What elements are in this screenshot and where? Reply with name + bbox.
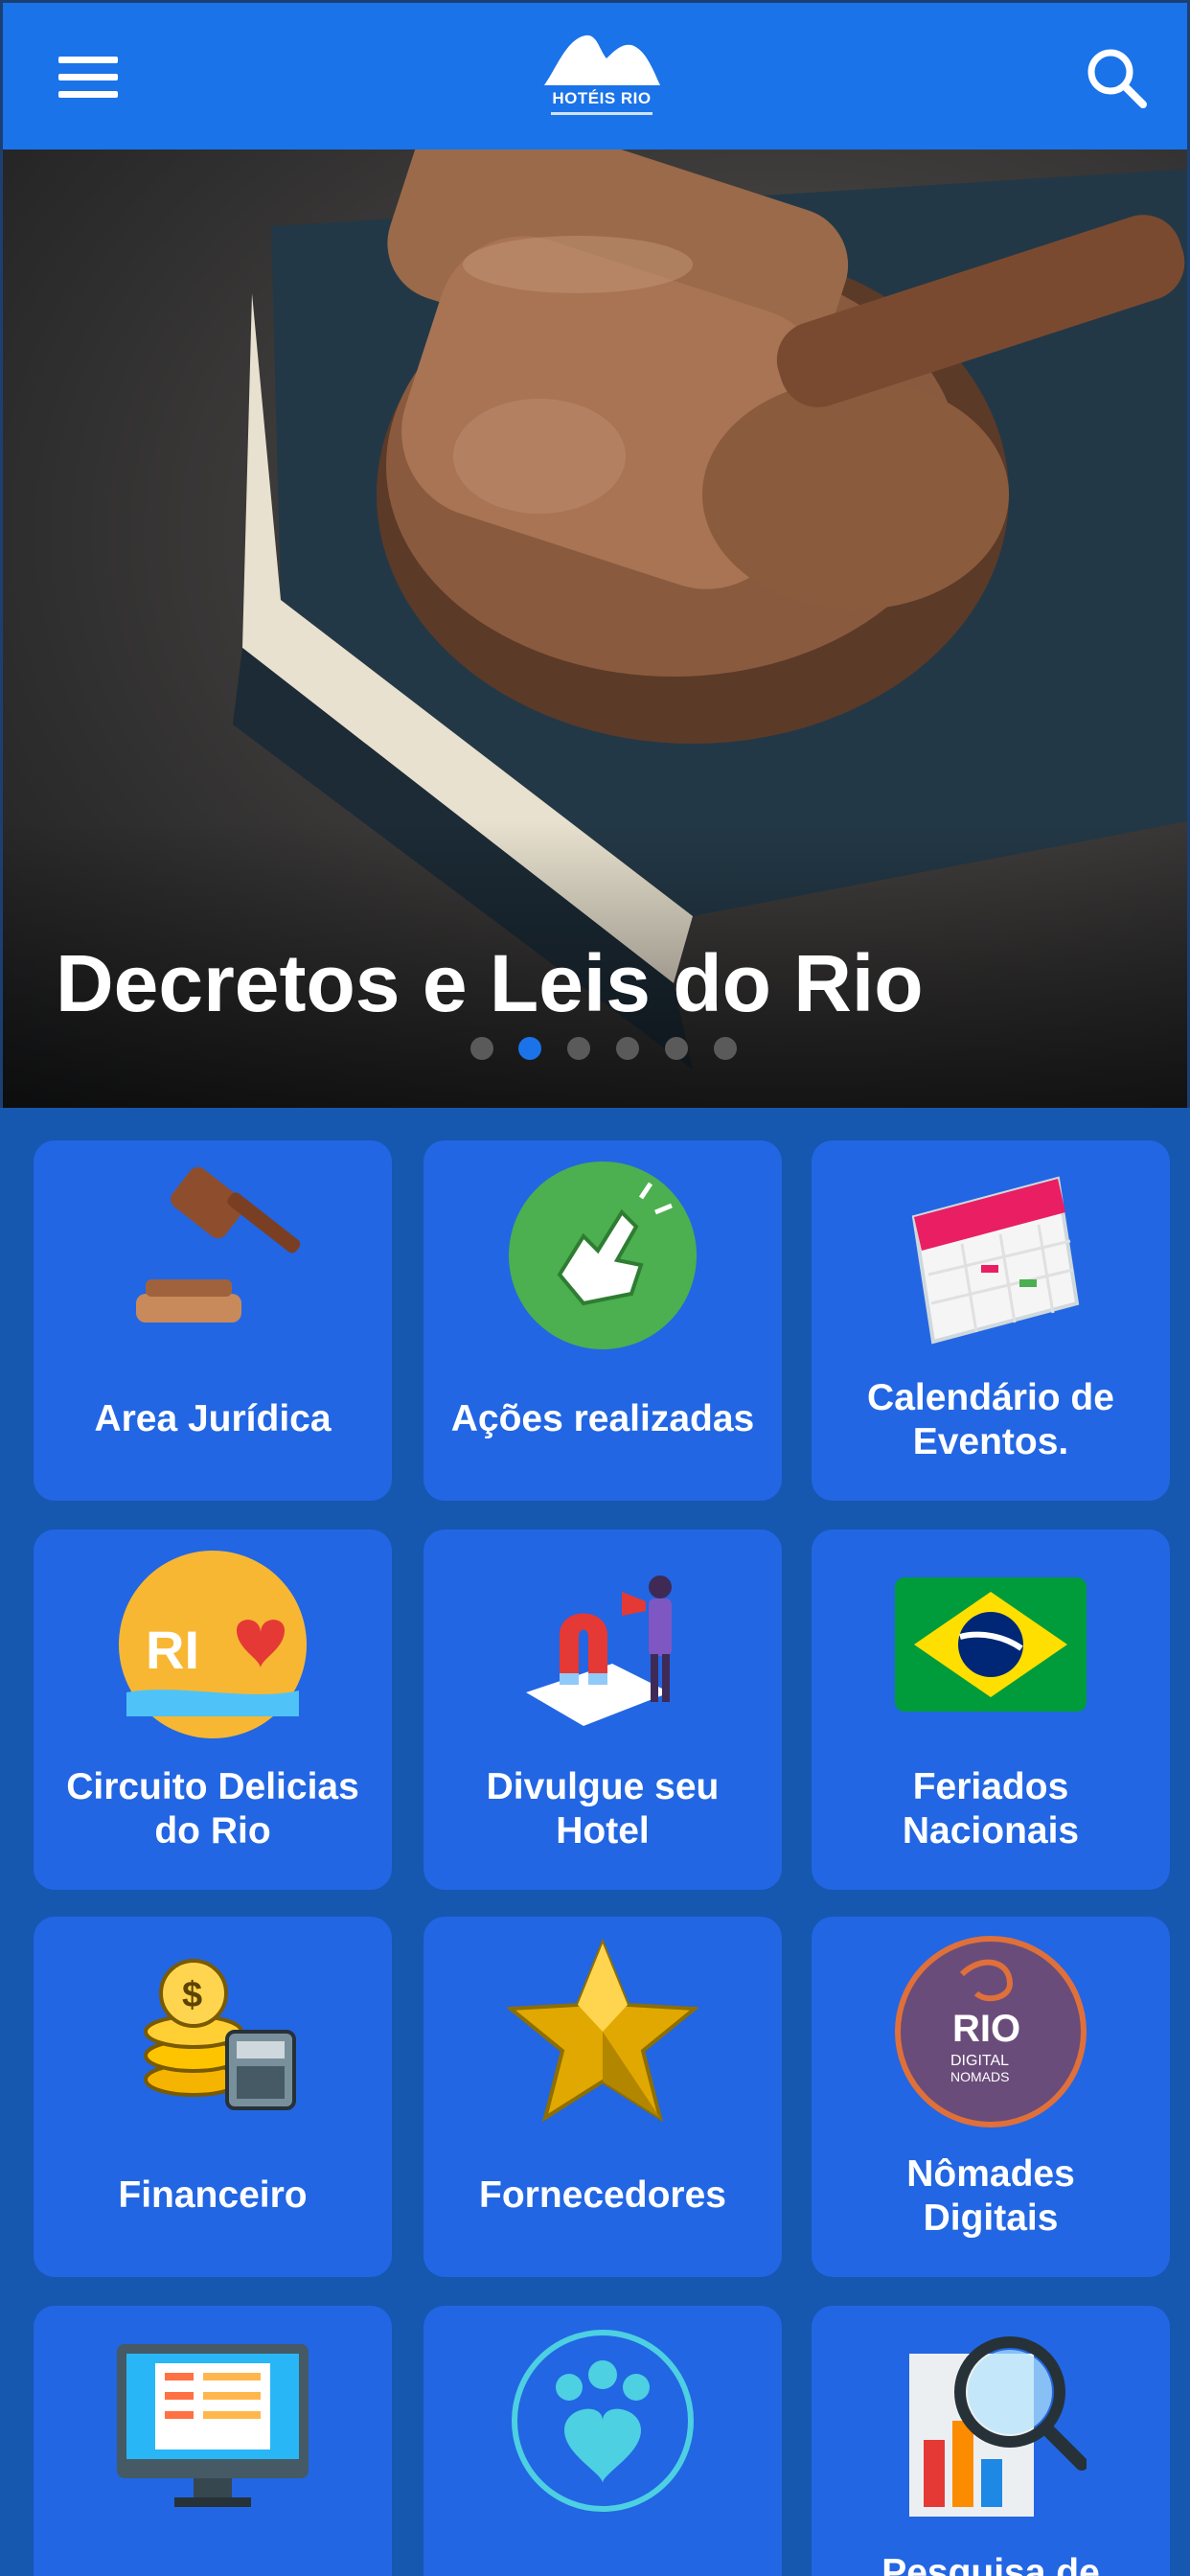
carousel-dot-2[interactable] <box>518 1037 541 1060</box>
tile-label: Nômades Digitais <box>906 2153 1075 2239</box>
carousel-dot-5[interactable] <box>665 1037 688 1060</box>
tile-calendario-eventos[interactable]: Calendário de Eventos. <box>812 1140 1170 1501</box>
pet-friendly-paw-icon <box>512 2330 694 2512</box>
circuito-rio-logo-icon: RI <box>119 1551 307 1738</box>
hero-carousel[interactable]: Decretos e Leis do Rio <box>0 150 1190 1108</box>
computer-monitor-icon <box>117 2344 309 2507</box>
carousel-dot-6[interactable] <box>714 1037 737 1060</box>
tile-label: Pesquisa de <box>881 2552 1100 2576</box>
top-app-bar: HOTÉIS RIO <box>0 0 1190 150</box>
gavel-icon <box>136 1166 301 1322</box>
tile-nomades-digitais[interactable]: RIO DIGITAL NOMADS Nômades Digitais <box>812 1917 1170 2277</box>
tile-acoes-realizadas[interactable]: Ações realizadas <box>423 1140 782 1501</box>
tile-label: Area Jurídica <box>94 1398 332 1439</box>
magnet-marketing-icon <box>526 1576 672 1726</box>
rio-digital-nomads-badge-icon: RIO DIGITAL NOMADS <box>895 1936 1087 2128</box>
thumbs-up-icon <box>509 1162 697 1349</box>
tile-financeiro[interactable]: $ Financeiro <box>34 1917 392 2277</box>
menu-button[interactable] <box>58 57 118 99</box>
hero-title: Decretos e Leis do Rio <box>56 938 924 1028</box>
tile-label: Feriados Nacionais <box>902 1766 1080 1852</box>
app-logo[interactable]: HOTÉIS RIO <box>539 30 664 126</box>
sugarloaf-logo-icon <box>544 34 660 85</box>
logo-text: HOTÉIS RIO <box>552 89 652 107</box>
svg-text:$: $ <box>182 1975 202 2015</box>
gold-star-icon <box>507 1938 698 2123</box>
carousel-dot-4[interactable] <box>616 1037 639 1060</box>
category-grid: Area Jurídica Ações realizadas Calendári… <box>0 1108 1190 2576</box>
coins-calculator-icon: $ <box>144 1959 296 2110</box>
search-button[interactable] <box>1084 45 1151 112</box>
tile-circuito-delicias[interactable]: RI Circuito Delicias do Rio <box>34 1530 392 1890</box>
carousel-dot-3[interactable] <box>567 1037 590 1060</box>
research-magnifier-chart-icon <box>909 2336 1087 2517</box>
svg-text:NOMADS: NOMADS <box>950 2069 1009 2084</box>
svg-text:RI: RI <box>146 1620 199 1680</box>
hamburger-menu-icon <box>58 57 118 63</box>
carousel-dot-1[interactable] <box>470 1037 493 1060</box>
svg-text:DIGITAL: DIGITAL <box>950 2053 1009 2069</box>
tile-fornecedores[interactable]: Fornecedores <box>423 1917 782 2277</box>
tile-label: Ações realizadas <box>450 1398 755 1439</box>
tile-label: Calendário de Eventos. <box>867 1377 1114 1462</box>
tile-pet-friendly[interactable] <box>423 2306 782 2576</box>
search-icon <box>1087 49 1147 108</box>
tile-divulgue-hotel[interactable]: Divulgue seu Hotel <box>423 1530 782 1890</box>
tile-area-juridica[interactable]: Area Jurídica <box>34 1140 392 1501</box>
brazil-flag-icon <box>895 1577 1087 1712</box>
calendar-icon <box>911 1176 1080 1345</box>
tile-label: Circuito Delicias do Rio <box>66 1766 359 1852</box>
tile-label: Divulgue seu Hotel <box>486 1766 720 1852</box>
tile-label: Financeiro <box>118 2174 308 2216</box>
svg-text:RIO: RIO <box>952 2008 1020 2050</box>
tile-computer[interactable] <box>34 2306 392 2576</box>
tile-feriados-nacionais[interactable]: Feriados Nacionais <box>812 1530 1170 1890</box>
tile-label: Fornecedores <box>479 2174 726 2216</box>
tile-pesquisa[interactable]: Pesquisa de <box>812 2306 1170 2576</box>
